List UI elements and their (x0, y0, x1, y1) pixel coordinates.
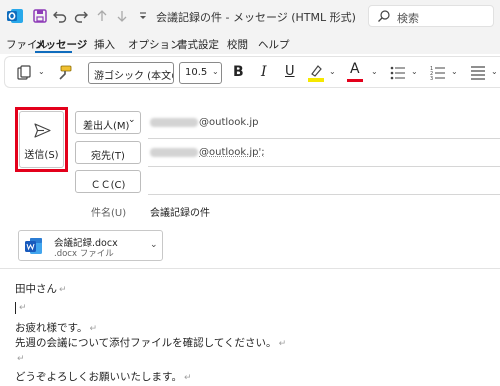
font-name-box[interactable]: 游ゴシック (本文の (88, 62, 174, 84)
chevron-down-icon[interactable]: ⌄ (150, 240, 158, 250)
chevron-down-icon[interactable]: ⌄ (491, 67, 498, 76)
ribbon: ⌄ 游ゴシック (本文の ⌄ 10.5 ⌄ B I U ⌄ A ⌄ ⌄ 1 2 … (4, 56, 500, 88)
window-title: 会議記録の件 - メッセージ (HTML 形式) (156, 11, 356, 24)
text-cursor (15, 302, 16, 314)
align-icon[interactable] (470, 65, 486, 81)
menu-format-text[interactable]: 書式設定 (177, 37, 219, 52)
to-divider (148, 166, 500, 167)
header-body-divider (0, 268, 500, 269)
chevron-down-icon: ⌄ (128, 115, 136, 125)
save-icon[interactable] (32, 8, 48, 24)
paragraph-mark-icon: ↵ (89, 324, 97, 334)
chevron-down-icon[interactable]: ⌄ (329, 67, 336, 76)
from-value: @outlook.jp (150, 117, 259, 128)
outlook-app-icon[interactable] (6, 7, 24, 25)
from-divider (148, 138, 500, 139)
format-painter-icon[interactable] (55, 64, 73, 82)
italic-button[interactable]: I (261, 64, 267, 80)
search-placeholder: 検索 (397, 12, 419, 25)
bold-button[interactable]: B (233, 64, 244, 80)
up-arrow-icon[interactable] (94, 8, 110, 24)
menu-insert[interactable]: 挿入 (94, 37, 115, 52)
search-icon (378, 10, 390, 22)
send-button[interactable]: 送信(S) (19, 111, 64, 168)
active-tab-indicator (35, 51, 72, 53)
paragraph-mark-icon: ↵ (59, 285, 67, 295)
to-value: @outlook.jp'; (199, 147, 265, 158)
body-line[interactable]: ↵ (17, 301, 27, 313)
menu-review[interactable]: 校閲 (227, 37, 248, 52)
undo-icon[interactable] (52, 8, 68, 24)
to-field[interactable]: @outlook.jp'; (150, 147, 265, 158)
body-line[interactable]: どうぞよろしくお願いいたします。 ↵ (15, 369, 192, 384)
title-bar: 会議記録の件 - メッセージ (HTML 形式) 検索 (0, 0, 500, 34)
to-button[interactable]: 宛先(T) (75, 141, 141, 164)
svg-text:3: 3 (430, 76, 433, 81)
body-line[interactable]: 田中さん ↵ (15, 281, 67, 296)
menu-bar: ファイル メッセージ 挿入 オプション 書式設定 校閲 ヘルプ (0, 34, 500, 54)
chevron-down-icon[interactable]: ⌄ (451, 67, 458, 76)
highlight-icon[interactable] (307, 63, 325, 83)
word-file-icon (25, 238, 42, 254)
from-button[interactable]: 差出人(M) ⌄ (75, 111, 141, 134)
font-color-bar (347, 79, 363, 82)
customize-qat-icon[interactable] (135, 8, 151, 24)
attachment-card[interactable]: 会議記録.docx .docx ファイル ⌄ (18, 230, 163, 261)
cc-button[interactable]: ＣＣ(C) (75, 170, 141, 193)
paragraph-mark-icon: ↵ (183, 373, 192, 383)
send-label: 送信(S) (24, 150, 59, 161)
body-line[interactable]: ↵ (15, 352, 25, 364)
send-icon (34, 123, 51, 138)
menu-message[interactable]: メッセージ (35, 37, 87, 52)
from-label: 差出人(M) (83, 121, 130, 132)
copy-icon[interactable] (15, 64, 33, 82)
body-line[interactable]: お疲れ様です。 ↵ (15, 320, 97, 335)
chevron-down-icon[interactable]: ⌄ (371, 67, 378, 76)
subject-label: 件名(U) (91, 208, 127, 219)
down-arrow-icon[interactable] (114, 8, 130, 24)
chevron-down-icon[interactable]: ⌄ (411, 67, 418, 76)
redo-icon[interactable] (73, 8, 89, 24)
paragraph-mark-icon: ↵ (278, 339, 287, 349)
menu-options[interactable]: オプション (128, 37, 181, 52)
body-line[interactable]: 先週の会議について添付ファイルを確認してください。 ↵ (15, 335, 286, 350)
subject-field[interactable]: 会議記録の件 (150, 204, 210, 219)
paragraph-mark-icon: ↵ (19, 303, 27, 313)
underline-button[interactable]: U (285, 64, 295, 79)
numbering-icon[interactable]: 1 2 3 (430, 65, 446, 81)
menu-help[interactable]: ヘルプ (258, 37, 290, 52)
attachment-type: .docx ファイル (54, 249, 114, 259)
chevron-down-icon[interactable]: ⌄ (165, 67, 172, 76)
bullets-icon[interactable] (390, 65, 406, 81)
chevron-down-icon[interactable]: ⌄ (38, 67, 45, 76)
search-box[interactable]: 検索 (368, 5, 494, 27)
chevron-down-icon[interactable]: ⌄ (212, 67, 219, 76)
font-color-button[interactable]: A (350, 61, 360, 77)
paragraph-mark-icon: ↵ (17, 354, 25, 364)
cc-divider (148, 194, 500, 195)
